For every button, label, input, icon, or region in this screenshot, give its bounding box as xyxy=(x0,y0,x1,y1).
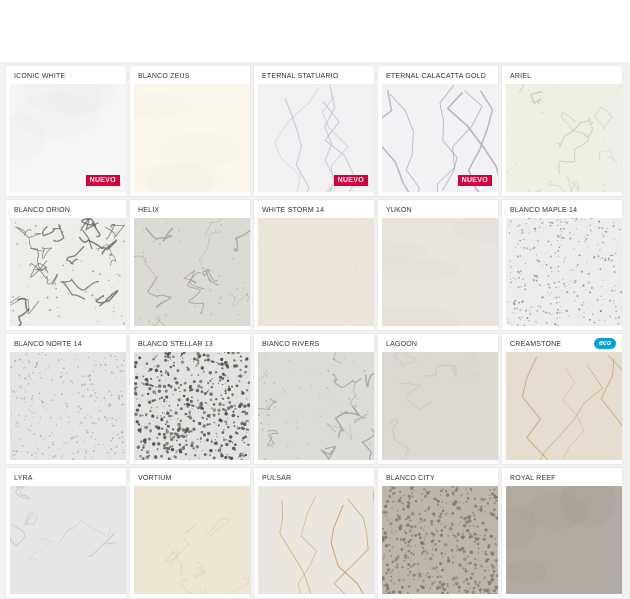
color-card[interactable]: ARIEL xyxy=(502,66,622,196)
eco-icon: eco xyxy=(594,338,616,349)
color-name: ETERNAL STATUARIO xyxy=(262,73,339,80)
color-name: ROYAL REEF xyxy=(510,475,556,482)
new-badge: NUEVO xyxy=(85,175,120,186)
color-swatch-image[interactable] xyxy=(382,352,498,460)
color-name: ETERNAL CALACATTA GOLD xyxy=(386,73,486,80)
color-swatch-image[interactable] xyxy=(10,218,126,326)
color-card[interactable]: ICONIC WHITE NUEVO xyxy=(6,66,126,196)
new-badge: NUEVO xyxy=(333,175,368,186)
color-swatch-image[interactable]: NUEVO xyxy=(10,84,126,192)
color-name: ICONIC WHITE xyxy=(14,73,66,80)
color-name: ARIEL xyxy=(510,73,532,80)
color-swatch-image[interactable] xyxy=(134,486,250,594)
color-name: BLANCO ZEUS xyxy=(138,73,190,80)
color-swatch-image[interactable] xyxy=(506,84,622,192)
color-swatch-image[interactable] xyxy=(134,84,250,192)
color-name: BLANCO CITY xyxy=(386,475,435,482)
color-name: BLANCO NORTE 14 xyxy=(14,341,82,348)
color-card[interactable]: HELIX xyxy=(130,200,250,330)
page-header-band xyxy=(0,0,630,62)
color-card[interactable]: ETERNAL STATUARIO NUEVO xyxy=(254,66,374,196)
color-card[interactable]: ROYAL REEF xyxy=(502,468,622,598)
color-card[interactable]: LYRA xyxy=(6,468,126,598)
color-name: BLANCO ORION xyxy=(14,207,71,214)
color-name: LYRA xyxy=(14,475,33,482)
color-card[interactable]: BLANCO MAPLE 14 xyxy=(502,200,622,330)
color-card[interactable]: VORTIUM xyxy=(130,468,250,598)
color-name: PULSAR xyxy=(262,475,292,482)
color-swatch-image[interactable] xyxy=(258,486,374,594)
color-name: BLANCO MAPLE 14 xyxy=(510,207,578,214)
color-swatch-image[interactable] xyxy=(134,352,250,460)
color-card[interactable]: BLANCO CITY xyxy=(378,468,498,598)
color-swatch-image[interactable] xyxy=(258,352,374,460)
color-swatch-image[interactable] xyxy=(134,218,250,326)
color-card[interactable]: PULSAR xyxy=(254,468,374,598)
color-card[interactable]: CREAMSTONE eco xyxy=(502,334,622,464)
color-card[interactable]: WHITE STORM 14 xyxy=(254,200,374,330)
color-card[interactable]: BLANCO ZEUS xyxy=(130,66,250,196)
color-name: YUKON xyxy=(386,207,412,214)
color-name: LAGOON xyxy=(386,341,418,348)
color-name: HELIX xyxy=(138,207,160,214)
color-swatch-image[interactable] xyxy=(382,218,498,326)
color-name: BIANCO RIVERS xyxy=(262,341,320,348)
color-name: VORTIUM xyxy=(138,475,172,482)
color-swatch-image[interactable] xyxy=(10,352,126,460)
color-card[interactable]: BLANCO NORTE 14 xyxy=(6,334,126,464)
new-badge: NUEVO xyxy=(457,175,492,186)
color-card[interactable]: ETERNAL CALACATTA GOLD NUEVO xyxy=(378,66,498,196)
color-swatch-image[interactable] xyxy=(506,218,622,326)
color-swatch-image[interactable]: NUEVO xyxy=(258,84,374,192)
color-swatch-image[interactable] xyxy=(10,486,126,594)
color-card[interactable]: LAGOON xyxy=(378,334,498,464)
color-card[interactable]: BIANCO RIVERS xyxy=(254,334,374,464)
color-swatch-image[interactable] xyxy=(258,218,374,326)
color-swatch-image[interactable]: NUEVO xyxy=(382,84,498,192)
color-swatch-image[interactable] xyxy=(506,352,622,460)
color-name: BLANCO STELLAR 13 xyxy=(138,341,213,348)
color-card[interactable]: YUKON xyxy=(378,200,498,330)
color-name: WHITE STORM 14 xyxy=(262,207,325,214)
color-card[interactable]: BLANCO STELLAR 13 xyxy=(130,334,250,464)
color-card[interactable]: BLANCO ORION xyxy=(6,200,126,330)
color-swatch-image[interactable] xyxy=(506,486,622,594)
product-grid: ICONIC WHITE NUEVO BLANCO ZEUS ETERNAL STAT… xyxy=(6,66,622,598)
color-swatch-image[interactable] xyxy=(382,486,498,594)
